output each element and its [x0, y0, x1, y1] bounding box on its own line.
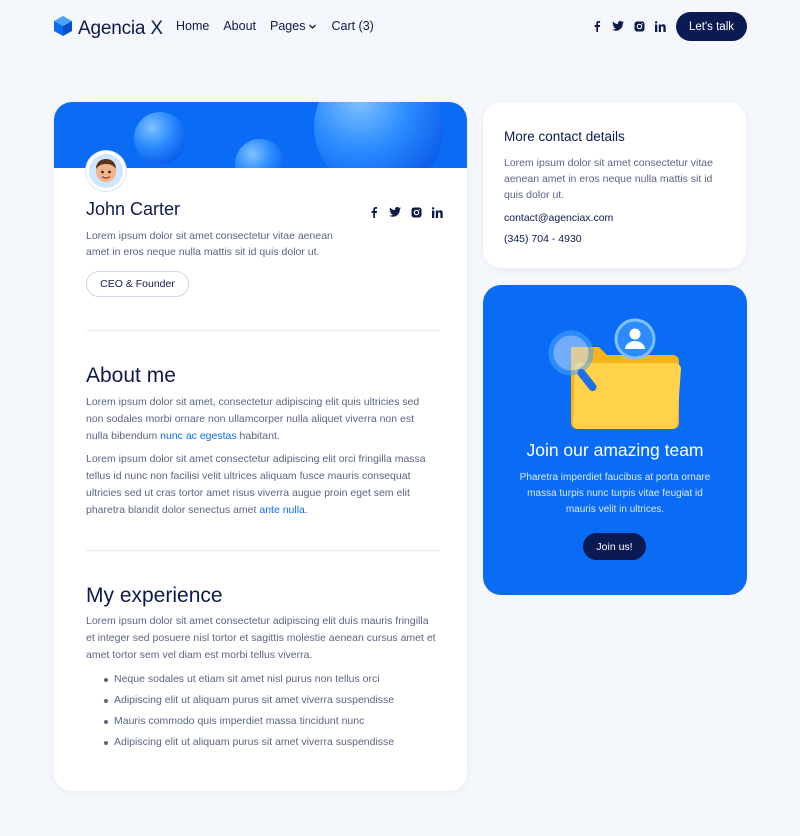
contact-email[interactable]: contact@agenciax.com: [504, 212, 613, 224]
facebook-icon[interactable]: [591, 20, 603, 32]
role-badge: CEO & Founder: [86, 271, 189, 297]
about-p2-link[interactable]: ante nulla.: [259, 504, 307, 516]
experience-paragraph: Lorem ipsum dolor sit amet consectetur a…: [86, 615, 436, 661]
list-item: Neque sodales ut etiam sit amet nisl pur…: [104, 672, 394, 693]
site-header: Agencia X Home About Pages Cart (3) Let'…: [0, 0, 800, 56]
about-p2-text: Lorem ipsum dolor sit amet consectetur a…: [86, 453, 426, 516]
list-item: Adipiscing elit ut aliquam purus sit ame…: [104, 735, 394, 756]
contact-text: Lorem ipsum dolor sit amet consectetur v…: [504, 157, 713, 201]
lets-talk-button[interactable]: Let's talk: [676, 12, 747, 41]
section-divider: [86, 550, 440, 551]
facebook-icon[interactable]: [368, 206, 380, 218]
linkedin-icon[interactable]: [654, 20, 666, 32]
avatar: [86, 151, 126, 191]
nav-pages[interactable]: Pages: [270, 19, 317, 33]
about-p1-link[interactable]: nunc ac egestas: [160, 430, 236, 442]
twitter-icon[interactable]: [612, 20, 624, 32]
about-title: About me: [86, 364, 176, 387]
profile-card: John Carter Lorem ipsum dolor sit amet c…: [54, 102, 467, 791]
experience-title: My experience: [86, 584, 223, 607]
linkedin-icon[interactable]: [431, 206, 443, 218]
brand-logo[interactable]: Agencia X: [54, 16, 163, 41]
instagram-icon[interactable]: [633, 20, 645, 32]
chevron-down-icon: [308, 22, 317, 31]
nav-home[interactable]: Home: [176, 19, 209, 33]
folder-search-icon: [543, 317, 688, 434]
section-divider: [86, 330, 440, 331]
header-socials: [591, 20, 666, 32]
contact-phone[interactable]: (345) 704 - 4930: [504, 233, 582, 245]
contact-card: More contact details Lorem ipsum dolor s…: [483, 102, 746, 268]
experience-list: Neque sodales ut etiam sit amet nisl pur…: [104, 672, 394, 756]
list-item: Adipiscing elit ut aliquam purus sit ame…: [104, 693, 394, 714]
bubble-decoration: [314, 102, 444, 168]
bubble-decoration: [235, 139, 285, 168]
bubble-decoration: [134, 112, 186, 164]
profile-bio: Lorem ipsum dolor sit amet consectetur v…: [86, 230, 333, 258]
twitter-icon[interactable]: [389, 206, 401, 218]
profile-socials: [368, 206, 443, 218]
nav-about[interactable]: About: [223, 19, 256, 33]
join-text: Pharetra imperdiet faucibus at porta orn…: [519, 472, 711, 515]
brand-name: Agencia X: [78, 17, 163, 39]
contact-title: More contact details: [504, 129, 625, 144]
about-paragraph-2: Lorem ipsum dolor sit amet consectetur a…: [86, 451, 436, 519]
profile-name: John Carter: [86, 199, 181, 219]
about-p1-tail: habitant.: [236, 430, 280, 442]
join-us-button[interactable]: Join us!: [583, 533, 646, 560]
cube-logo-icon: [54, 16, 72, 41]
list-item: Mauris commodo quis imperdiet massa tinc…: [104, 714, 394, 735]
nav-pages-label: Pages: [270, 19, 306, 33]
main-nav: Home About Pages Cart (3): [176, 19, 374, 33]
join-title: Join our amazing team: [526, 440, 704, 460]
instagram-icon[interactable]: [410, 206, 422, 218]
nav-cart[interactable]: Cart (3): [331, 19, 373, 33]
about-paragraph-1: Lorem ipsum dolor sit amet, consectetur …: [86, 394, 436, 445]
join-team-card: Join our amazing team Pharetra imperdiet…: [483, 285, 747, 595]
